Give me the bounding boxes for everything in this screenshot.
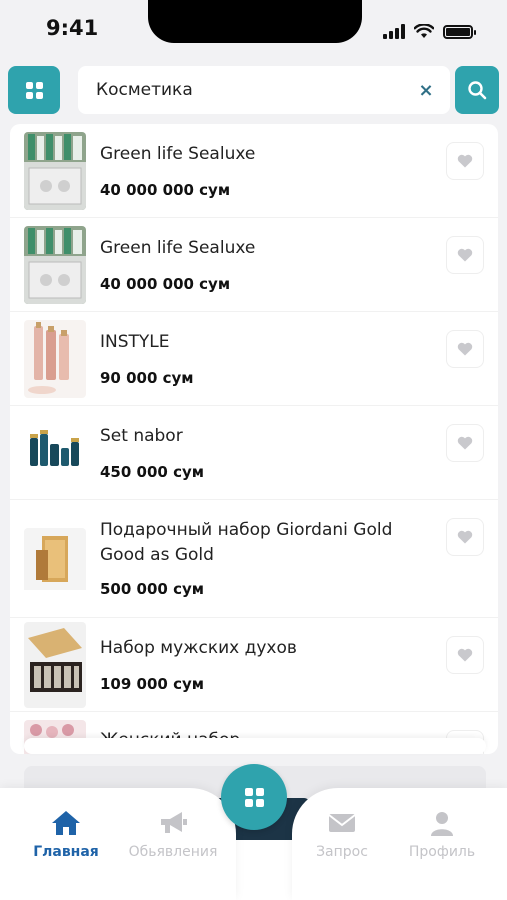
grid-icon — [25, 81, 43, 99]
nav-ads-label: Обьявления — [128, 844, 218, 860]
heart-icon — [457, 342, 473, 356]
mail-icon — [328, 814, 356, 832]
product-image — [24, 132, 86, 210]
device-notch — [148, 0, 362, 43]
grid-icon — [244, 787, 264, 807]
product-name: Подарочный набор Giordani Gold Good as G… — [100, 520, 393, 565]
nav-home-label: Главная — [33, 844, 99, 860]
product-name: Набор мужских духов — [100, 638, 297, 658]
product-image — [24, 622, 86, 708]
close-icon[interactable]: × — [414, 78, 438, 102]
favorite-button[interactable] — [446, 636, 484, 674]
heart-icon — [457, 530, 473, 544]
status-time: 9:41 — [46, 16, 99, 40]
megaphone-icon — [161, 812, 187, 833]
search-results-list: Green life Sealuxe 40 000 000 сум Green … — [10, 124, 498, 754]
product-price: 500 000 сум — [100, 580, 204, 598]
product-price: 40 000 000 сум — [100, 275, 231, 293]
status-bar: 9:41 — [0, 0, 507, 62]
product-item[interactable]: Set nabor 450 000 сум — [10, 406, 498, 500]
signal-icon — [383, 24, 405, 39]
search-input[interactable] — [96, 76, 396, 104]
product-item[interactable]: Green life Sealuxe 40 000 000 сум — [10, 124, 498, 218]
product-image — [24, 414, 86, 492]
product-item[interactable]: Подарочный набор Giordani Gold Good as G… — [10, 500, 498, 618]
nav-profile[interactable]: Профиль — [387, 810, 497, 860]
search-icon — [468, 81, 487, 100]
product-price: 109 000 сум — [100, 675, 204, 693]
product-image — [24, 320, 86, 398]
product-name: INSTYLE — [100, 332, 170, 352]
heart-icon — [457, 648, 473, 662]
product-name: Green life Sealuxe — [100, 238, 256, 258]
home-icon — [52, 811, 80, 835]
favorite-button[interactable] — [446, 518, 484, 556]
product-item[interactable]: Green life Sealuxe 40 000 000 сум — [10, 218, 498, 312]
product-name: Set nabor — [100, 426, 183, 446]
favorite-button[interactable] — [446, 330, 484, 368]
product-price: 450 000 сум — [100, 463, 204, 481]
nav-requests-label: Запрос — [316, 844, 368, 860]
catalog-fab-button[interactable] — [221, 764, 287, 830]
product-price: 90 000 сум — [100, 369, 194, 387]
nav-profile-label: Профиль — [408, 844, 476, 860]
wifi-icon — [414, 24, 434, 38]
heart-icon — [457, 436, 473, 450]
product-item[interactable]: INSTYLE 90 000 сум — [10, 312, 498, 406]
nav-ads[interactable]: Обьявления — [118, 810, 228, 860]
user-icon — [431, 812, 453, 836]
search-row: × — [8, 66, 499, 114]
favorite-button[interactable] — [446, 236, 484, 274]
heart-icon — [457, 248, 473, 262]
nav-requests[interactable]: Запрос — [287, 810, 397, 860]
search-button[interactable] — [455, 66, 499, 114]
search-box: × — [78, 66, 450, 114]
list-bottom-edge — [24, 738, 486, 754]
favorite-button[interactable] — [446, 142, 484, 180]
status-icons — [383, 24, 476, 39]
nav-home[interactable]: Главная — [11, 810, 121, 860]
product-item[interactable]: Набор мужских духов 109 000 сум — [10, 618, 498, 712]
product-image — [24, 528, 86, 606]
battery-icon — [443, 24, 476, 39]
heart-icon — [457, 154, 473, 168]
product-image — [24, 226, 86, 304]
favorite-button[interactable] — [446, 424, 484, 462]
product-price: 40 000 000 сум — [100, 181, 231, 199]
categories-button[interactable] — [8, 66, 60, 114]
product-name: Green life Sealuxe — [100, 144, 256, 164]
